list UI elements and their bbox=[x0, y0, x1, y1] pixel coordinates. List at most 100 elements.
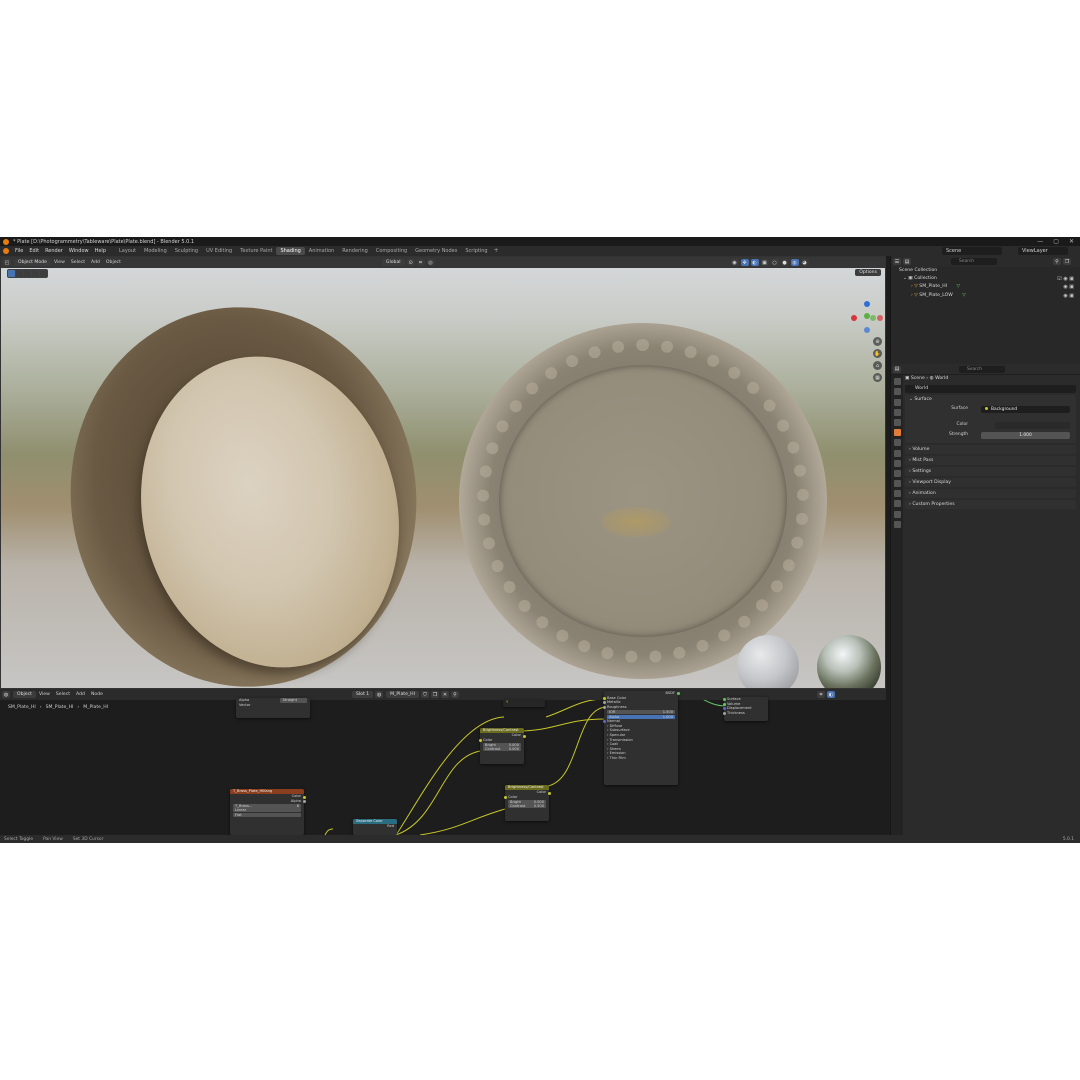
camera-view-icon[interactable]: ⌂ bbox=[873, 361, 882, 370]
render-tab-icon[interactable] bbox=[893, 388, 901, 396]
object-tab-icon[interactable] bbox=[893, 449, 901, 457]
node-menu-add[interactable]: Add bbox=[73, 692, 88, 697]
add-workspace-icon[interactable]: + bbox=[494, 247, 499, 255]
xray-icon[interactable]: ▣ bbox=[760, 259, 769, 266]
unlink-material-icon[interactable]: ✕ bbox=[441, 691, 449, 698]
object-mode-dropdown[interactable]: Object Mode bbox=[14, 259, 51, 266]
material-output-node[interactable]: Surface Volume Displacement Thickness bbox=[722, 697, 768, 721]
pivot-icon[interactable]: ⊙ bbox=[406, 259, 415, 266]
shader-node-editor[interactable]: ◍ Object View Select Add Node Slot 1 ◍ M… bbox=[0, 689, 886, 835]
fake-user-icon[interactable]: ⛉ bbox=[421, 691, 429, 698]
scene-selector[interactable]: Scene bbox=[942, 247, 1002, 255]
settings-panel[interactable]: › Settings bbox=[905, 467, 1076, 476]
node-menu-node[interactable]: Node bbox=[88, 692, 106, 697]
menu-file[interactable]: File bbox=[12, 248, 26, 254]
volume-panel-header[interactable]: › Volume bbox=[905, 445, 1076, 454]
outliner-scene-collection[interactable]: Scene Collection bbox=[891, 267, 1080, 275]
world-datablock-field[interactable]: World bbox=[905, 385, 1076, 393]
shading-rendered-icon[interactable]: ◕ bbox=[800, 259, 809, 266]
viewport-menu-object[interactable]: Object bbox=[103, 260, 124, 265]
overlay-toggle-icon[interactable]: ◐ bbox=[750, 259, 759, 266]
separate-color-node[interactable]: Separate Color Red bbox=[353, 819, 397, 835]
physics-tab-icon[interactable] bbox=[893, 480, 901, 488]
display-mode-icon[interactable]: ▤ bbox=[903, 258, 911, 265]
data-tab-icon[interactable] bbox=[893, 500, 901, 508]
socket-surface-in[interactable] bbox=[722, 698, 726, 701]
socket-color-out[interactable] bbox=[302, 795, 306, 799]
bc1-bright-field[interactable]: Bright 0.000 bbox=[483, 742, 521, 747]
select-extend-icon[interactable] bbox=[24, 270, 31, 277]
custom-properties-panel[interactable]: › Custom Properties bbox=[905, 500, 1076, 509]
menu-render[interactable]: Render bbox=[42, 248, 66, 254]
visibility-icon[interactable]: ◉ bbox=[730, 259, 739, 266]
options-dropdown[interactable]: Options bbox=[855, 269, 881, 276]
collection-expand-icon[interactable]: ⌄ ▣ bbox=[903, 276, 914, 281]
properties-type-icon[interactable]: ▤ bbox=[893, 365, 901, 373]
brightness-contrast-node-2[interactable]: Brightness/Contrast Color Color Bright 0.… bbox=[503, 785, 551, 821]
animation-panel-header[interactable]: › Animation bbox=[905, 489, 1076, 498]
bc2-bright-field[interactable]: Bright 0.000 bbox=[508, 799, 546, 804]
proportional-edit-icon[interactable]: ◎ bbox=[426, 259, 435, 266]
hi-visibility-icons[interactable]: ◉ ▣ bbox=[1063, 283, 1074, 291]
output-tab-icon[interactable] bbox=[893, 398, 901, 406]
socket-normal-in[interactable] bbox=[602, 719, 606, 723]
close-button[interactable]: ✕ bbox=[1069, 238, 1074, 245]
bsdf-thin-film-panel[interactable]: › Thin Film bbox=[604, 756, 678, 761]
bsdf-alpha-field[interactable]: Alpha 1.000 bbox=[607, 714, 675, 719]
tab-shading[interactable]: Shading bbox=[276, 247, 305, 255]
reroute-frame[interactable]: Y bbox=[503, 700, 545, 707]
outliner-search-input[interactable]: Search bbox=[951, 258, 997, 265]
projection-dropdown[interactable]: Flat bbox=[233, 812, 301, 817]
axis-neg-x-icon[interactable] bbox=[877, 315, 883, 321]
material-name-field[interactable]: M_Plate_HI bbox=[386, 691, 419, 698]
tab-geometry-nodes[interactable]: Geometry Nodes bbox=[411, 247, 461, 255]
select-subtract-icon[interactable] bbox=[32, 270, 39, 277]
node-menu-select[interactable]: Select bbox=[53, 692, 73, 697]
transform-orientation-dropdown[interactable]: Global bbox=[381, 259, 405, 266]
tab-uv-editing[interactable]: UV Editing bbox=[202, 247, 236, 255]
low-visibility-icons[interactable]: ◉ ▣ bbox=[1063, 292, 1074, 300]
shading-wireframe-icon[interactable]: ○ bbox=[770, 259, 779, 266]
editor-type-icon[interactable]: ◰ bbox=[3, 259, 11, 266]
outliner-collection[interactable]: ⌄ ▣ Collection ☑ ◉ ▣ bbox=[891, 275, 1080, 283]
mist-pass-panel[interactable]: › Mist Pass bbox=[905, 456, 1076, 465]
select-box-icon[interactable] bbox=[8, 270, 15, 277]
partial-image-node[interactable]: Alpha Straight Vector bbox=[236, 698, 310, 718]
properties-search-input[interactable]: Search bbox=[959, 365, 1005, 373]
strength-field[interactable]: 1.000 bbox=[981, 431, 1070, 439]
scene-tab-icon[interactable] bbox=[893, 418, 901, 426]
particles-tab-icon[interactable] bbox=[893, 469, 901, 477]
new-collection-icon[interactable]: ❐ bbox=[1063, 258, 1071, 265]
socket-thickness-in[interactable] bbox=[722, 711, 726, 715]
viewport-display-panel[interactable]: › Viewport Display bbox=[905, 478, 1076, 487]
tab-animation[interactable]: Animation bbox=[305, 247, 339, 255]
socket-metallic-in[interactable] bbox=[602, 701, 606, 705]
tab-rendering[interactable]: Rendering bbox=[338, 247, 372, 255]
axis-z-icon[interactable] bbox=[864, 301, 870, 307]
socket-bsdf-out[interactable] bbox=[676, 692, 680, 695]
axis-neg-y-icon[interactable] bbox=[870, 315, 876, 321]
perspective-grid-icon[interactable]: ▦ bbox=[873, 373, 882, 382]
viewport-display-panel-header[interactable]: › Viewport Display bbox=[905, 478, 1076, 487]
zoom-icon[interactable]: ⊕ bbox=[873, 337, 882, 346]
viewport-menu-add[interactable]: Add bbox=[88, 260, 103, 265]
socket-bc1-out[interactable] bbox=[522, 734, 526, 738]
brightness-contrast-node-1[interactable]: Brightness/Contrast Color Color Bright 0.… bbox=[478, 728, 526, 764]
custom-properties-panel-header[interactable]: › Custom Properties bbox=[905, 500, 1076, 509]
editor-object-dropdown[interactable]: Object bbox=[13, 691, 36, 698]
view-layer-tab-icon[interactable] bbox=[893, 408, 901, 416]
menu-edit[interactable]: Edit bbox=[26, 248, 42, 254]
filter-icon[interactable]: ⚲ bbox=[1053, 258, 1061, 265]
tab-compositing[interactable]: Compositing bbox=[372, 247, 411, 255]
tab-scripting[interactable]: Scripting bbox=[461, 247, 491, 255]
viewport-menu-view[interactable]: View bbox=[51, 260, 68, 265]
modifier-tab-icon[interactable] bbox=[893, 459, 901, 467]
shading-solid-icon[interactable]: ● bbox=[780, 259, 789, 266]
socket-bc2-out[interactable] bbox=[547, 791, 551, 795]
socket-displacement-in[interactable] bbox=[722, 707, 726, 711]
shading-material-icon[interactable]: ◍ bbox=[790, 259, 799, 266]
material-tab-icon[interactable] bbox=[893, 510, 901, 518]
tab-modeling[interactable]: Modeling bbox=[140, 247, 171, 255]
bc1-contrast-field[interactable]: Contrast 0.000 bbox=[483, 747, 521, 752]
duplicate-material-icon[interactable]: ❐ bbox=[431, 691, 439, 698]
